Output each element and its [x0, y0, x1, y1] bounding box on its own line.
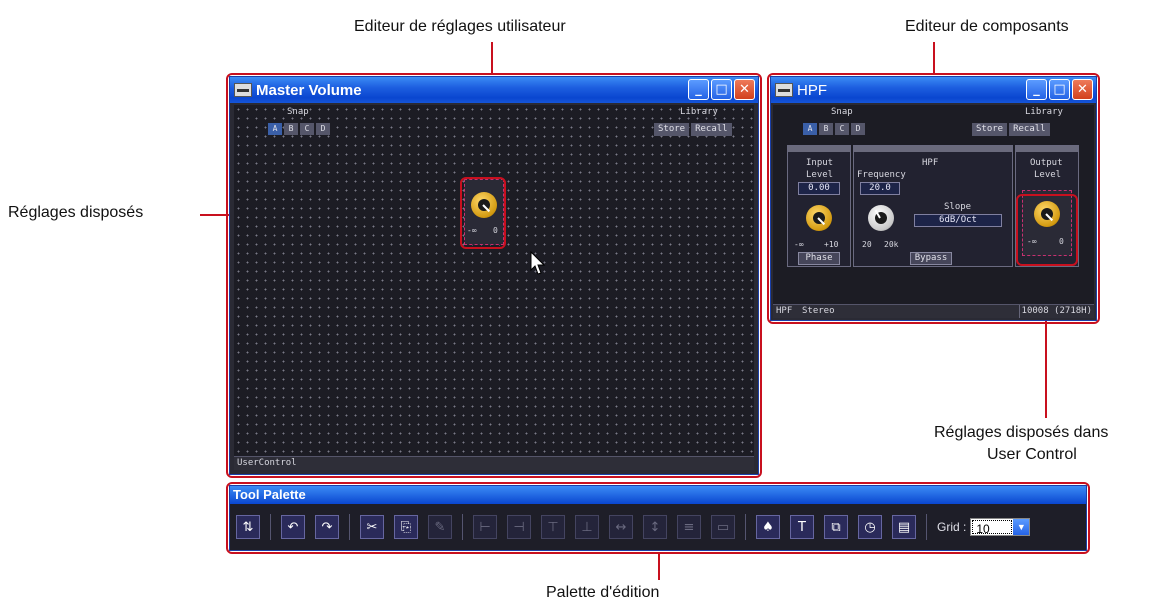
callout-line-component-editor	[933, 42, 935, 73]
callout-placed-controls: Réglages disposés	[8, 204, 144, 221]
callout-component-editor: Editeur de composants	[905, 18, 1069, 35]
callout-placed-in-uc-line1: Réglages disposés dans	[934, 424, 1109, 441]
frame-placed-controls	[460, 177, 506, 249]
callout-tool-palette: Palette d'édition	[546, 584, 660, 601]
frame-placed-in-uc	[1016, 194, 1078, 266]
callout-placed-in-uc-line2: User Control	[987, 446, 1077, 463]
callout-line-user-editor	[491, 42, 493, 73]
callout-user-editor: Editeur de réglages utilisateur	[354, 18, 566, 35]
frame-user-editor	[226, 73, 762, 478]
frame-tool-palette	[226, 482, 1090, 554]
callout-line-tool-palette	[658, 552, 660, 580]
